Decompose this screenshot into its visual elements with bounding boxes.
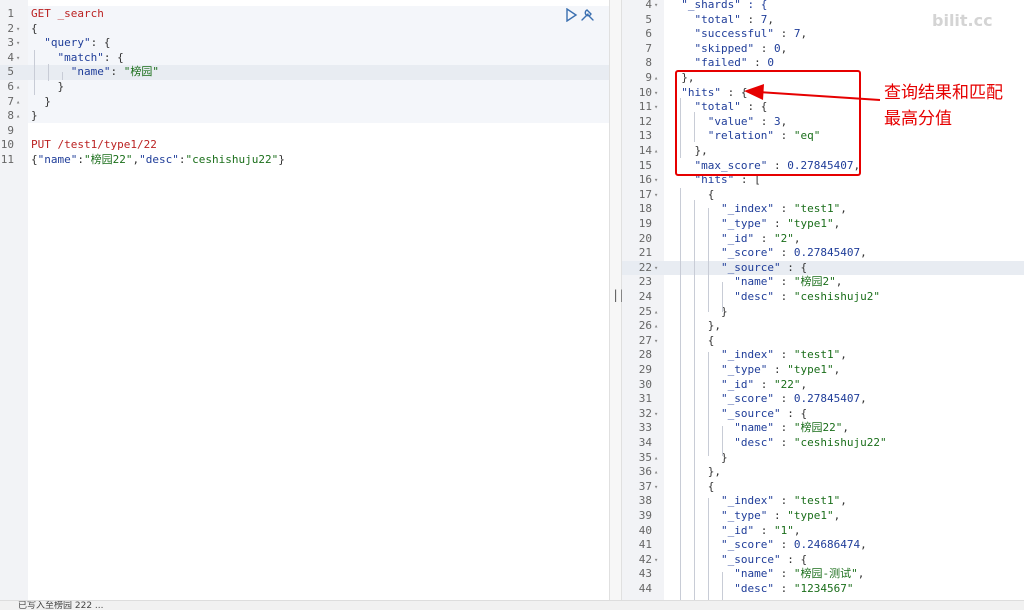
annotation-label: 查询结果和匹配最高分值 (884, 83, 1003, 129)
annotation-arrow-icon (744, 84, 881, 101)
annotation-arrow-layer (744, 84, 881, 101)
